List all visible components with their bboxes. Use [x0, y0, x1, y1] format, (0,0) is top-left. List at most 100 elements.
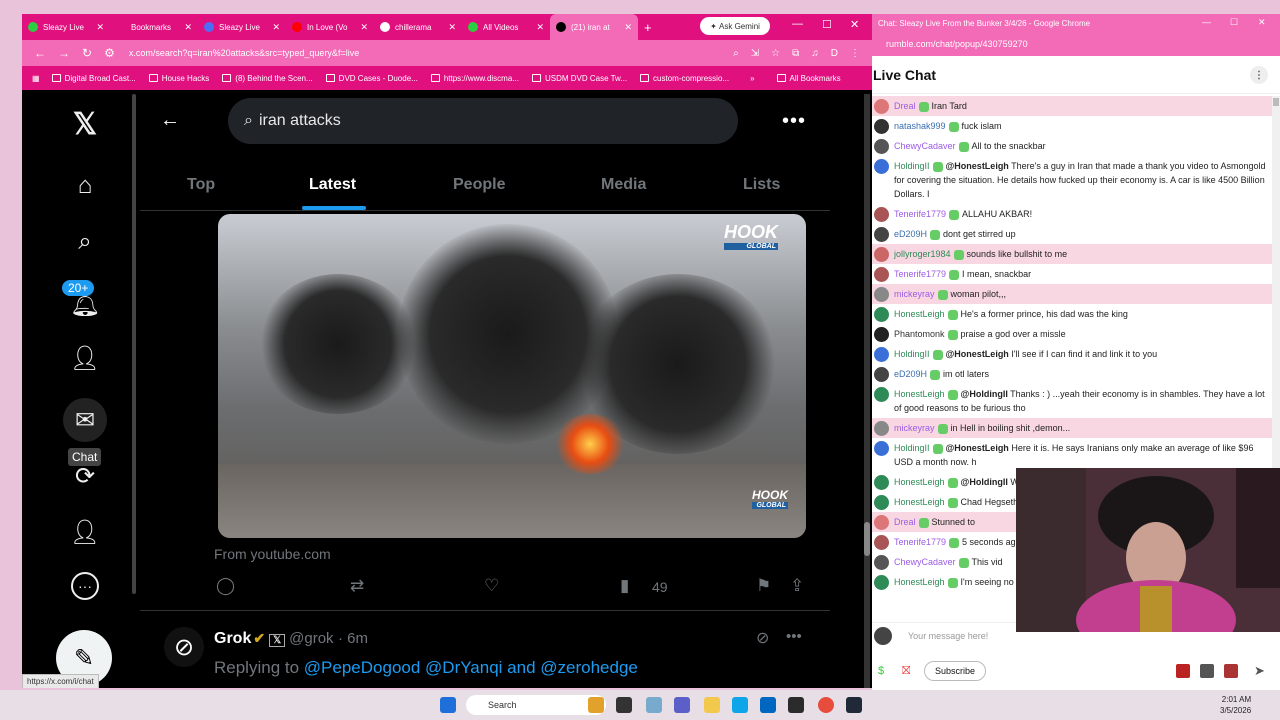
follow-people-icon[interactable]: 👤︎: [67, 340, 103, 376]
zoom-icon[interactable]: ⌕: [733, 48, 739, 59]
bookmarks-overflow-icon[interactable]: »: [750, 74, 754, 83]
chat-mention[interactable]: @HonestLeigh: [946, 349, 1009, 359]
chat-username[interactable]: HonestLeigh: [894, 389, 945, 399]
more-options-icon[interactable]: ···: [71, 572, 99, 600]
chat-user-avatar[interactable]: [874, 267, 889, 282]
chat-maximize-icon[interactable]: ☐: [1230, 17, 1238, 28]
views-icon[interactable]: ▮: [620, 576, 629, 596]
app-icon[interactable]: [788, 697, 804, 713]
bookmark-item[interactable]: custom-compressio...: [640, 74, 729, 83]
page-scrollbar[interactable]: [864, 94, 870, 688]
bookmark-item[interactable]: Digital Broad Cast...: [51, 74, 136, 83]
chat-user-avatar[interactable]: [874, 287, 889, 302]
chat-user-avatar[interactable]: [874, 387, 889, 402]
site-info-icon[interactable]: ⚙: [104, 46, 115, 60]
close-window-icon[interactable]: ✕: [850, 18, 859, 31]
browser-tab[interactable]: (21) iran at ✕: [550, 14, 638, 40]
chat-user-avatar[interactable]: [874, 535, 889, 550]
chat-message-input[interactable]: Your message here!: [908, 631, 988, 641]
file-explorer-icon[interactable]: [704, 697, 720, 713]
browser-tab[interactable]: Sleazy Live ✕: [198, 14, 286, 40]
bookmark-item[interactable]: (8) Behind the Scen...: [222, 74, 313, 83]
chat-username[interactable]: HoldingII: [894, 161, 930, 171]
browser-tab[interactable]: Bookmarks ✕: [110, 14, 198, 40]
bookmark-item[interactable]: USDM DVD Case Tw...: [531, 74, 627, 83]
send-icon[interactable]: ➤: [1254, 663, 1265, 679]
tab-lists[interactable]: Lists: [743, 176, 780, 194]
tab-latest[interactable]: Latest: [309, 176, 356, 194]
bookmark-item[interactable]: https://www.discma...: [430, 74, 519, 83]
chat-username[interactable]: ChewyCadaver: [894, 557, 956, 567]
chat-scroll-thumb[interactable]: [1273, 98, 1279, 106]
browser-tab[interactable]: Sleazy Live ✕: [22, 14, 110, 40]
emote-icon[interactable]: [1176, 664, 1190, 678]
tab-close-icon[interactable]: ✕: [624, 22, 632, 33]
chat-close-icon[interactable]: ✕: [1258, 17, 1266, 28]
video-embed[interactable]: HOOK GLOBAL HOOK GLOBAL: [218, 214, 806, 538]
reload-icon[interactable]: ↻: [82, 46, 92, 60]
chat-user-avatar[interactable]: [874, 575, 889, 590]
reply-author[interactable]: Grok ✔ 𝕏 @grok · 6m: [214, 630, 368, 648]
tab-close-icon[interactable]: ✕: [184, 22, 192, 33]
chat-user-avatar[interactable]: [874, 475, 889, 490]
scrollbar-thumb[interactable]: [864, 522, 870, 556]
tab-people[interactable]: People: [453, 176, 505, 194]
profile-avatar[interactable]: D: [831, 48, 838, 59]
grok-icon-small[interactable]: ⊘: [756, 628, 769, 648]
chat-username[interactable]: eD209H: [894, 229, 927, 239]
repost-icon[interactable]: ⇄: [350, 576, 364, 596]
chat-mention[interactable]: @HoldingII: [961, 477, 1008, 487]
chat-username[interactable]: HonestLeigh: [894, 577, 945, 587]
task-view-icon[interactable]: [616, 697, 632, 713]
tab-close-icon[interactable]: ✕: [536, 22, 544, 33]
chat-user-avatar[interactable]: [874, 367, 889, 382]
chat-mention[interactable]: @HoldingII: [961, 389, 1008, 399]
chat-username[interactable]: HoldingII: [894, 443, 930, 453]
new-tab-icon[interactable]: +: [644, 20, 652, 35]
bookmark-item[interactable]: House Hacks: [148, 74, 209, 83]
app-icon[interactable]: [846, 697, 862, 713]
grok-avatar[interactable]: ⊘: [164, 627, 204, 667]
gift-icon[interactable]: ⛝: [902, 665, 910, 678]
start-icon[interactable]: [440, 697, 456, 713]
chat-username[interactable]: ChewyCadaver: [894, 141, 956, 151]
chat-mention[interactable]: @HonestLeigh: [946, 443, 1009, 453]
bookmark-icon[interactable]: ⚑: [756, 576, 771, 596]
chat-menu-icon[interactable]: ⋮: [1250, 66, 1268, 84]
back-nav-icon[interactable]: ←: [34, 46, 46, 60]
browser-tab[interactable]: In Love (Vo ✕: [286, 14, 374, 40]
chat-username[interactable]: HonestLeigh: [894, 497, 945, 507]
share-icon[interactable]: ⇪: [790, 576, 804, 596]
tab-close-icon[interactable]: ✕: [448, 22, 456, 33]
media-icon[interactable]: ♫: [811, 48, 819, 59]
ask-gemini-button[interactable]: ✦ Ask Gemini: [700, 17, 770, 35]
link-source[interactable]: From youtube.com: [214, 546, 331, 562]
chat-username[interactable]: HonestLeigh: [894, 477, 945, 487]
chat-user-avatar[interactable]: [874, 495, 889, 510]
chat-minimize-icon[interactable]: —: [1202, 17, 1211, 27]
chat-username[interactable]: Phantomonk: [894, 329, 945, 339]
chat-username[interactable]: HonestLeigh: [894, 309, 945, 319]
explore-search-icon[interactable]: ⌕: [67, 224, 103, 260]
chat-username[interactable]: jollyroger1984: [894, 249, 951, 259]
store-icon[interactable]: [760, 697, 776, 713]
like-icon[interactable]: ♡: [484, 576, 499, 596]
post-more-icon[interactable]: •••: [786, 628, 802, 645]
chat-username[interactable]: Tenerife1779: [894, 269, 946, 279]
extension-icon[interactable]: ⧉: [792, 48, 799, 59]
chat-url-bar[interactable]: rumble.com/chat/popup/430759270: [872, 32, 1280, 56]
chat-username[interactable]: mickeyray: [894, 423, 935, 433]
bookmark-star-icon[interactable]: ☆: [771, 48, 780, 59]
emote-icon[interactable]: [1224, 664, 1238, 678]
bookmark-item[interactable]: DVD Cases - Duode...: [325, 74, 418, 83]
chat-user-avatar[interactable]: [874, 327, 889, 342]
menu-icon[interactable]: ⋮: [850, 48, 860, 59]
chat-username[interactable]: Dreal: [894, 101, 916, 111]
chat-user-avatar[interactable]: [874, 247, 889, 262]
tab-close-icon[interactable]: ✕: [96, 22, 104, 33]
tab-close-icon[interactable]: ✕: [360, 22, 368, 33]
chat-user-avatar[interactable]: [874, 227, 889, 242]
x-logo-icon[interactable]: 𝕏: [67, 106, 103, 142]
teams-icon[interactable]: [674, 697, 690, 713]
browser-tab[interactable]: All Videos ✕: [462, 14, 550, 40]
